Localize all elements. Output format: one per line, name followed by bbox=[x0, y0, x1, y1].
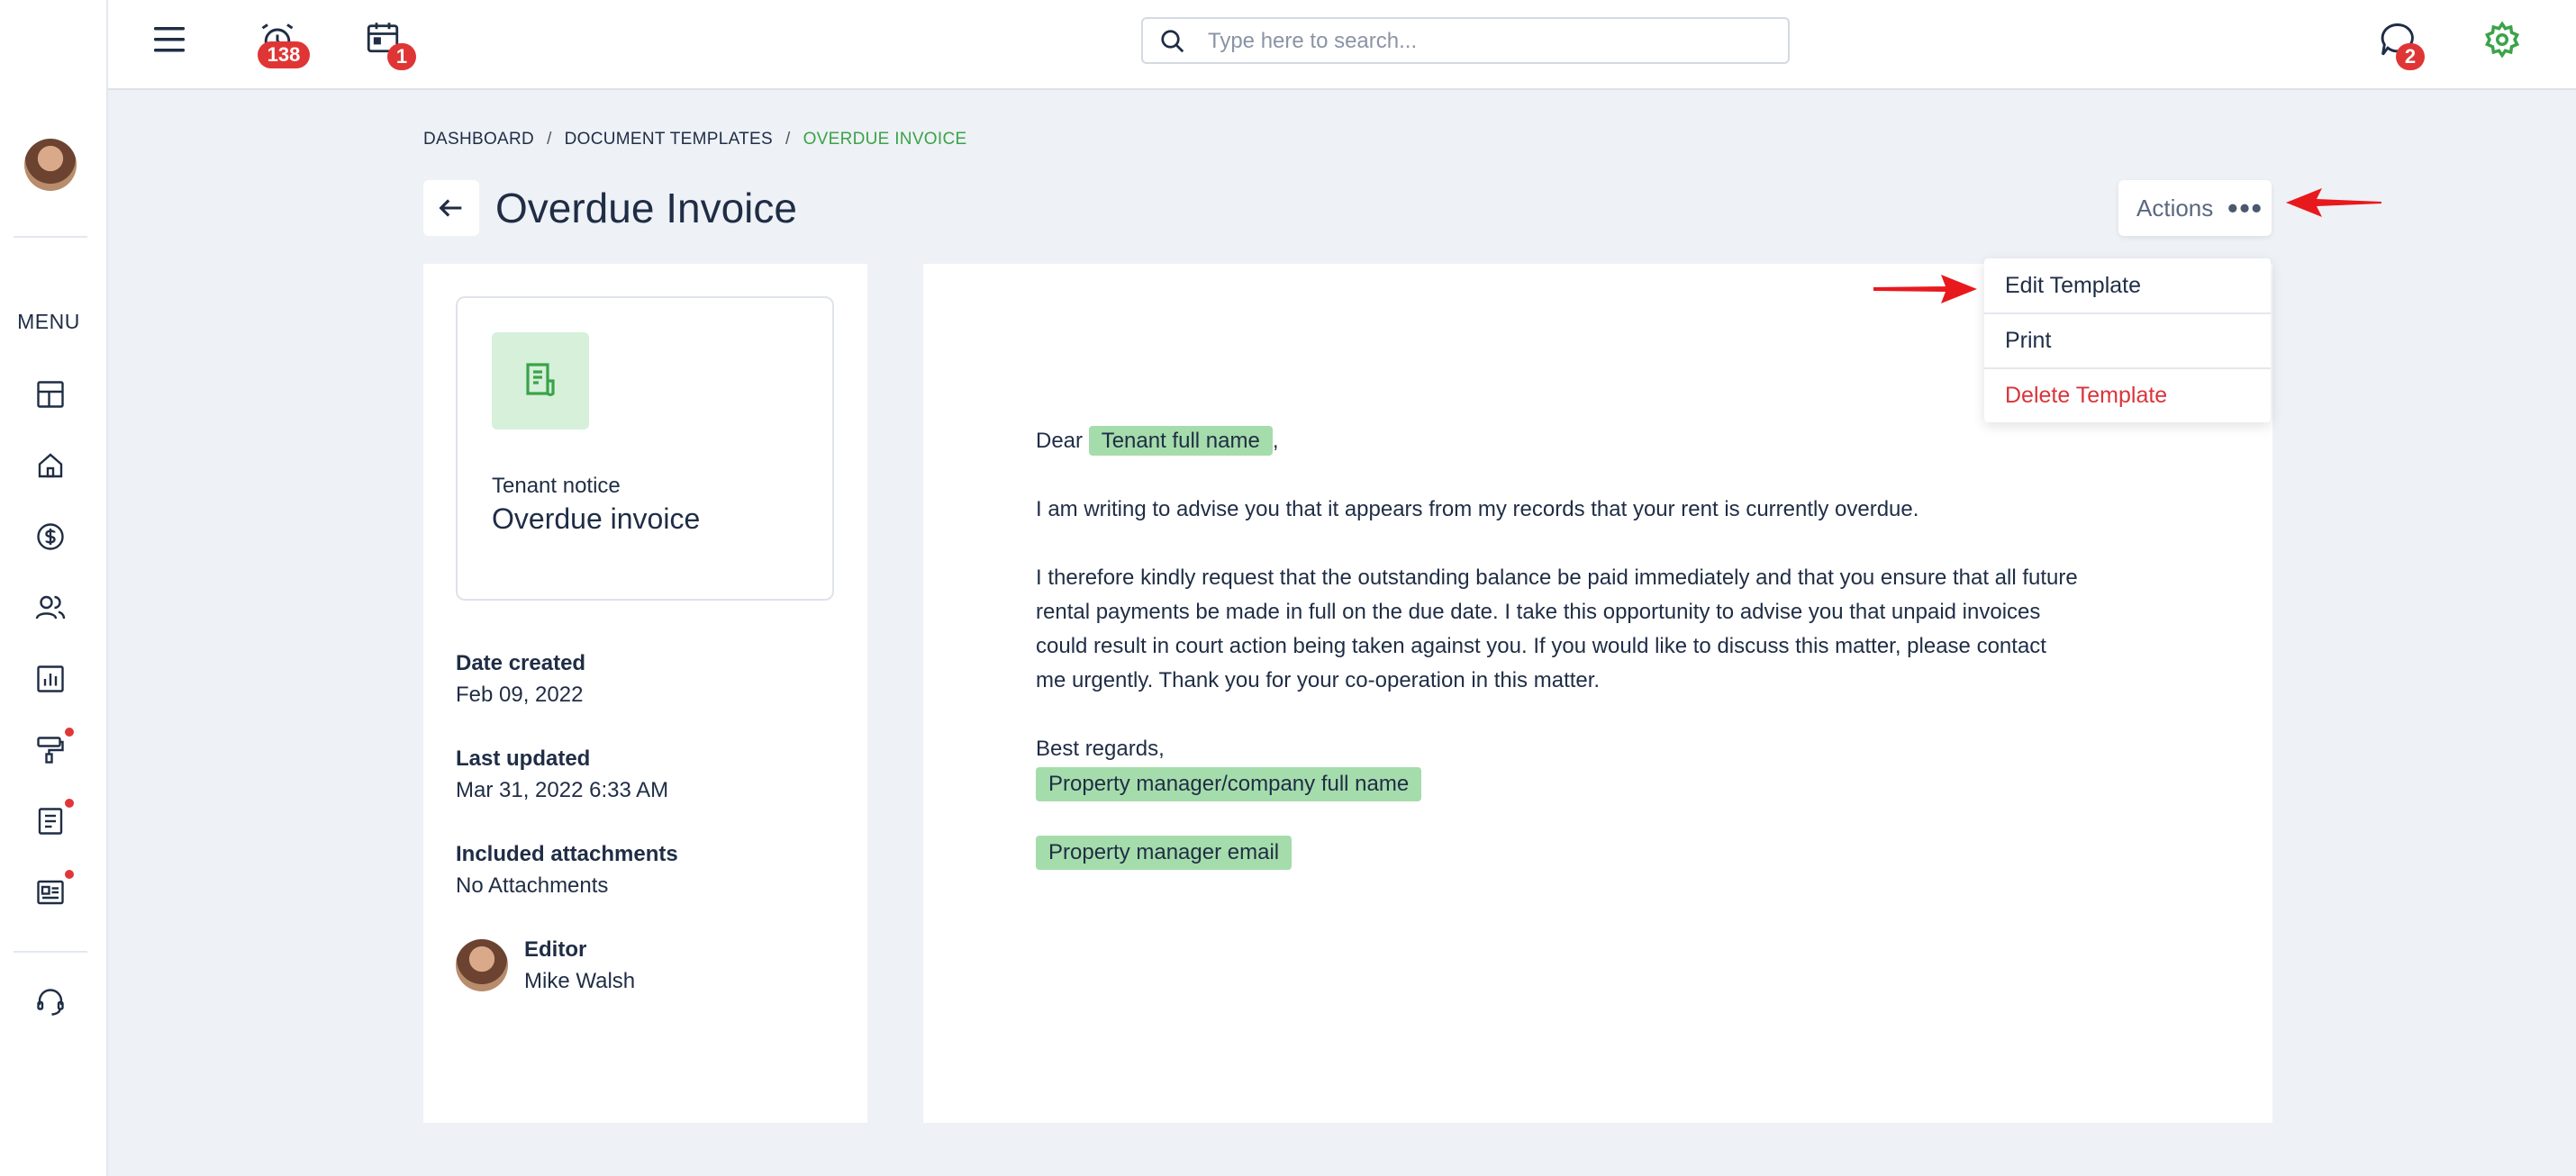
breadcrumb: DASHBOARD / DOCUMENT TEMPLATES / OVERDUE INV… bbox=[423, 130, 966, 149]
page-title: Overdue Invoice bbox=[495, 185, 797, 231]
manager-email-placeholder-chip: Property manager email bbox=[1036, 836, 1293, 870]
paragraph-1: I am writing to advise you that it appea… bbox=[1036, 497, 1919, 521]
reports-icon[interactable] bbox=[32, 661, 68, 697]
sidebar-divider bbox=[14, 951, 87, 953]
listing-icon[interactable] bbox=[32, 874, 68, 910]
tenant-name-placeholder-chip: Tenant full name bbox=[1088, 426, 1273, 456]
last-updated-value: Mar 31, 2022 6:33 AM bbox=[456, 778, 669, 802]
template-summary: Tenant notice Overdue invoice bbox=[456, 296, 834, 601]
editor-label: Editor bbox=[524, 937, 587, 962]
greeting-text: Dear bbox=[1036, 429, 1084, 453]
user-avatar[interactable] bbox=[24, 139, 77, 191]
dollar-icon[interactable] bbox=[32, 519, 68, 555]
document-icon[interactable] bbox=[32, 803, 68, 839]
attachments-label: Included attachments bbox=[456, 842, 678, 866]
notification-dot bbox=[65, 799, 74, 808]
menu-item-edit-template[interactable]: Edit Template bbox=[1984, 258, 2271, 312]
editor-avatar bbox=[456, 939, 508, 991]
back-button[interactable] bbox=[423, 180, 479, 236]
paragraph-2-line-2: rental payments be made in full on the d… bbox=[1036, 600, 2041, 624]
date-created-label: Date created bbox=[456, 651, 586, 675]
messages-count-badge: 2 bbox=[2396, 43, 2425, 70]
maintenance-icon[interactable] bbox=[32, 732, 68, 768]
menu-item-print[interactable]: Print bbox=[1984, 313, 2271, 367]
users-icon[interactable] bbox=[32, 590, 68, 626]
alarm-count-badge: 138 bbox=[258, 41, 310, 68]
annotation-arrow-edit-template bbox=[1873, 275, 1977, 303]
more-dots-icon: ••• bbox=[2227, 191, 2263, 224]
actions-button[interactable]: Actions ••• bbox=[2118, 180, 2272, 236]
breadcrumb-separator: / bbox=[785, 130, 791, 149]
manager-name-placeholder-chip: Property manager/company full name bbox=[1036, 767, 1422, 801]
breadcrumb-dashboard[interactable]: DASHBOARD bbox=[423, 130, 534, 149]
paragraph-2-line-1: I therefore kindly request that the outs… bbox=[1036, 565, 2078, 590]
notification-dot bbox=[65, 870, 74, 879]
attachments-value: No Attachments bbox=[456, 873, 609, 898]
search-input[interactable] bbox=[1206, 26, 1768, 57]
template-kind: Tenant notice bbox=[492, 474, 621, 498]
menu-item-delete-template[interactable]: Delete Template bbox=[1984, 368, 2271, 422]
document-template-icon bbox=[492, 332, 589, 430]
top-bar: 138 1 2 bbox=[108, 0, 2576, 90]
settings-gear-icon[interactable] bbox=[2482, 20, 2522, 59]
notification-dot bbox=[65, 728, 74, 737]
dashboard-icon[interactable] bbox=[32, 376, 68, 412]
sidebar-menu-label: MENU bbox=[17, 310, 80, 333]
hamburger-menu-icon[interactable] bbox=[150, 20, 189, 59]
actions-label: Actions bbox=[2136, 194, 2214, 222]
arrow-left-icon bbox=[439, 199, 462, 217]
search-icon bbox=[1159, 28, 1186, 55]
breadcrumb-current: OVERDUE INVOICE bbox=[803, 130, 967, 149]
last-updated-label: Last updated bbox=[456, 746, 591, 771]
template-name: Overdue invoice bbox=[492, 502, 701, 535]
calendar-count-badge: 1 bbox=[387, 43, 416, 70]
sidebar-divider bbox=[14, 236, 87, 238]
greeting-comma: , bbox=[1272, 429, 1279, 453]
editor-name: Mike Walsh bbox=[524, 969, 636, 993]
home-icon[interactable] bbox=[32, 448, 68, 484]
actions-dropdown-menu: Edit Template Print Delete Template bbox=[1984, 258, 2271, 422]
search-box[interactable] bbox=[1141, 17, 1790, 64]
support-icon[interactable] bbox=[32, 984, 68, 1020]
paragraph-2-line-4: me urgently. Thank you for your co-opera… bbox=[1036, 668, 1601, 692]
annotation-arrow-actions bbox=[2286, 188, 2381, 217]
date-created-value: Feb 09, 2022 bbox=[456, 683, 584, 707]
sidebar: MENU bbox=[0, 0, 108, 1176]
breadcrumb-separator: / bbox=[547, 130, 552, 149]
template-info-card: Tenant notice Overdue invoice Date creat… bbox=[423, 264, 867, 1123]
greeting-line: Dear Tenant full name, bbox=[1036, 424, 1278, 458]
breadcrumb-document-templates[interactable]: DOCUMENT TEMPLATES bbox=[565, 130, 773, 149]
signoff: Best regards, bbox=[1036, 737, 1165, 761]
paragraph-2-line-3: could result in court action being taken… bbox=[1036, 634, 2046, 658]
